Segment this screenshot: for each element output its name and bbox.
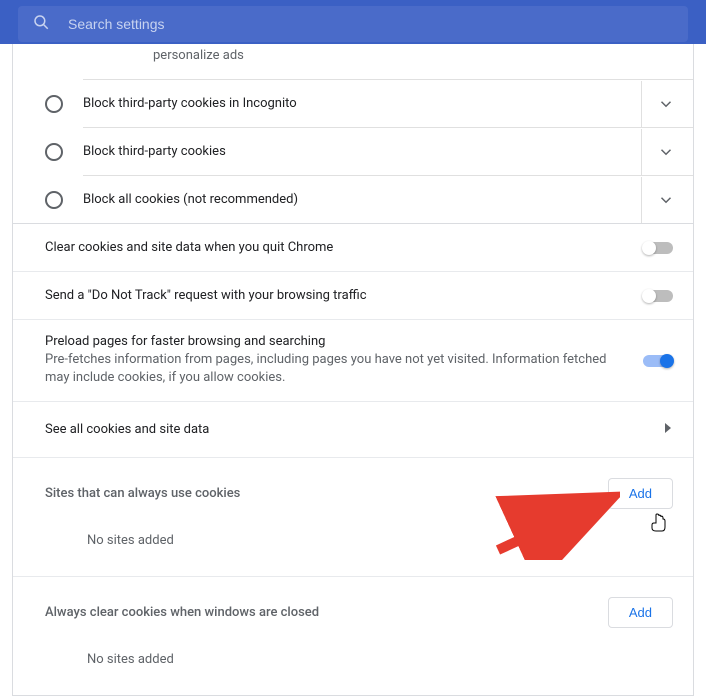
settings-card: personalize ads Block third-party cookie…	[12, 44, 694, 696]
chevron-right-icon	[665, 422, 671, 437]
radio-icon	[45, 191, 63, 209]
radio-block-incognito[interactable]: Block third-party cookies in Incognito	[83, 79, 693, 127]
search-input[interactable]	[68, 16, 674, 32]
toggle-title: Clear cookies and site data when you qui…	[45, 240, 623, 255]
see-all-cookies-link[interactable]: See all cookies and site data	[13, 401, 693, 457]
toggle-do-not-track[interactable]: Send a "Do Not Track" request with your …	[13, 271, 693, 319]
toggle-title: Preload pages for faster browsing and se…	[45, 334, 623, 349]
radio-block-third-party[interactable]: Block third-party cookies	[83, 127, 693, 175]
toggle-switch[interactable]	[643, 290, 673, 302]
search-icon	[32, 13, 50, 35]
empty-state: No sites added	[13, 636, 693, 695]
toggle-switch[interactable]	[643, 355, 673, 367]
radio-label: Block third-party cookies	[83, 144, 641, 159]
section-always-clear: Always clear cookies when windows are cl…	[13, 576, 693, 636]
expand-button[interactable]	[641, 177, 689, 223]
toggle-label: Clear cookies and site data when you qui…	[45, 240, 643, 255]
expand-button[interactable]	[641, 81, 689, 127]
section-title: Sites that can always use cookies	[45, 486, 608, 501]
add-always-clear-button[interactable]: Add	[608, 597, 673, 628]
radio-label: Block all cookies (not recommended)	[83, 192, 641, 207]
toggle-subtitle: Pre-fetches information from pages, incl…	[45, 351, 623, 387]
section-always-allow: Sites that can always use cookies Add	[13, 457, 693, 517]
radio-label: Block third-party cookies in Incognito	[83, 96, 641, 111]
toggle-label: Preload pages for faster browsing and se…	[45, 334, 643, 387]
search-wrap[interactable]	[18, 6, 688, 42]
radio-icon	[45, 143, 63, 161]
empty-state: No sites added	[13, 517, 693, 576]
toggle-switch[interactable]	[643, 242, 673, 254]
search-bar	[0, 0, 706, 44]
toggle-title: Send a "Do Not Track" request with your …	[45, 288, 623, 303]
radio-description-fragment: personalize ads	[13, 44, 693, 79]
toggle-preload[interactable]: Preload pages for faster browsing and se…	[13, 319, 693, 401]
toggle-label: Send a "Do Not Track" request with your …	[45, 288, 643, 303]
section-title: Always clear cookies when windows are cl…	[45, 605, 608, 620]
toggle-clear-on-quit[interactable]: Clear cookies and site data when you qui…	[13, 223, 693, 271]
radio-icon	[45, 95, 63, 113]
radio-block-all[interactable]: Block all cookies (not recommended)	[83, 175, 693, 223]
add-always-allow-button[interactable]: Add	[608, 478, 673, 509]
expand-button[interactable]	[641, 129, 689, 175]
nav-label: See all cookies and site data	[45, 422, 665, 437]
